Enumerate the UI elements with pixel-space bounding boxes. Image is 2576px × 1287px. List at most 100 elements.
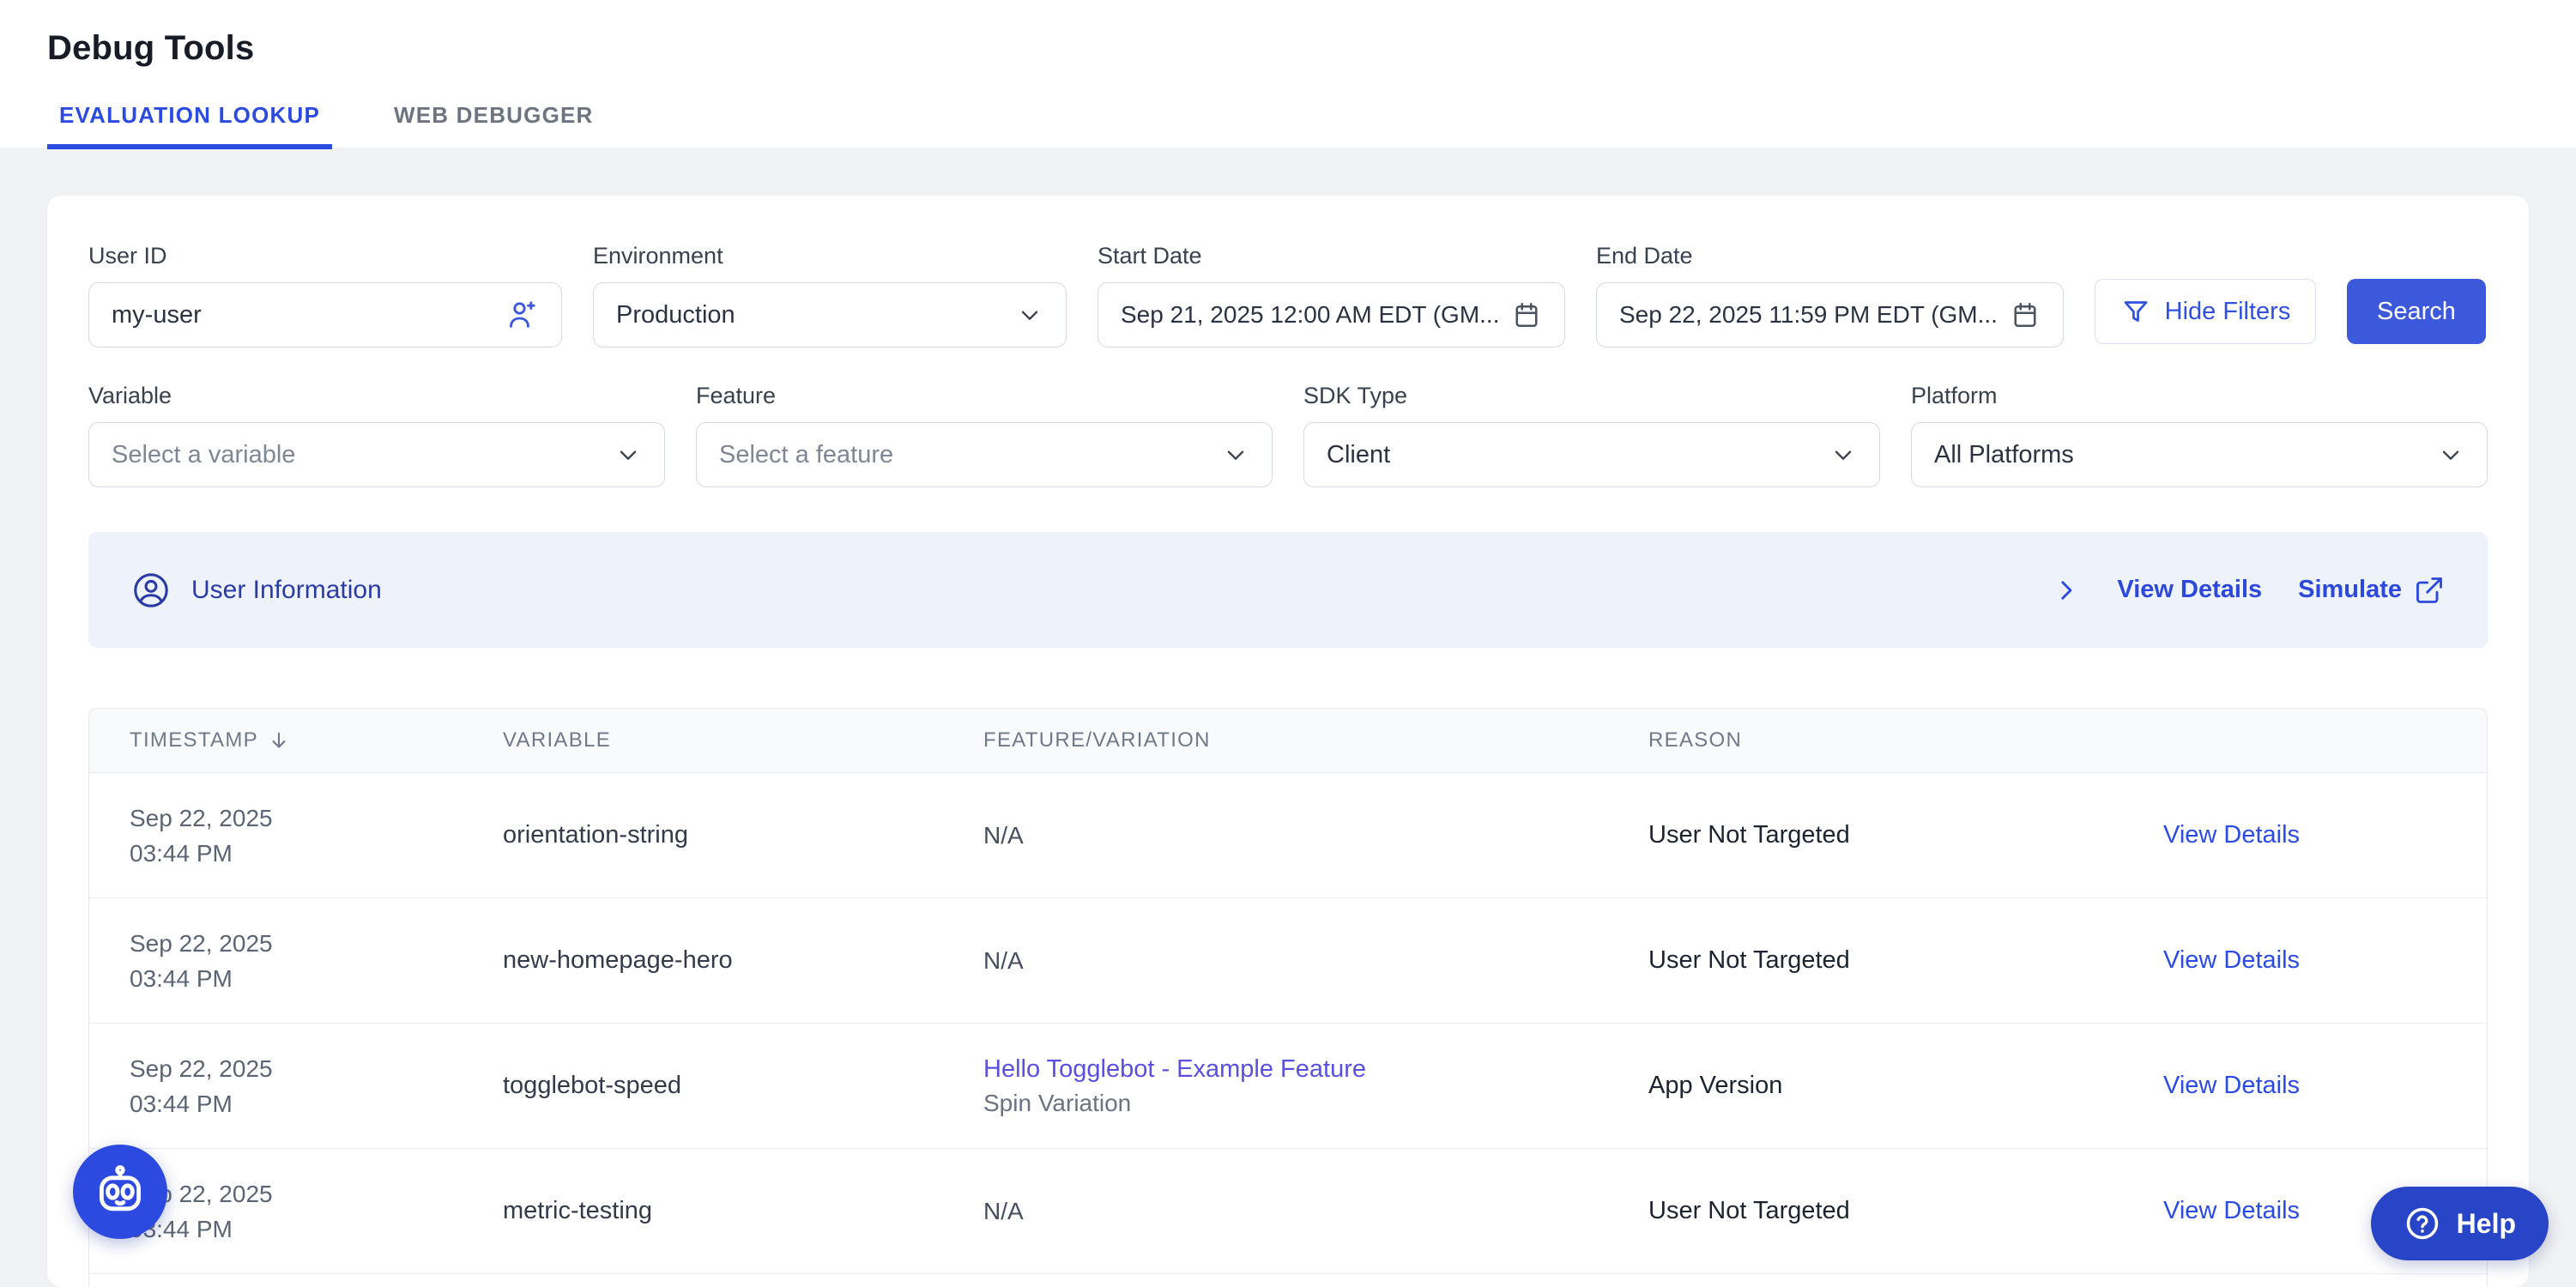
user-information-banner[interactable]: User Information View Details Simulate bbox=[88, 532, 2488, 648]
tab-evaluation-lookup[interactable]: EVALUATION LOOKUP bbox=[47, 102, 332, 149]
feature-variation-cell: Hello Togglebot - Example Feature Spin V… bbox=[983, 1052, 1648, 1121]
search-label: Search bbox=[2377, 298, 2456, 326]
variable-cell: orientation-string bbox=[503, 821, 983, 849]
feature-na-label: N/A bbox=[983, 1194, 1648, 1229]
table-row: Sep 22, 2025 03:44 PM orientation-string… bbox=[89, 773, 2487, 898]
start-date-label: Start Date bbox=[1098, 243, 1565, 269]
togglebot-widget-button[interactable] bbox=[73, 1145, 167, 1239]
timestamp-time: 03:44 PM bbox=[130, 961, 503, 996]
end-date-value: Sep 22, 2025 11:59 PM EDT (GM... bbox=[1619, 301, 1996, 329]
page-title: Debug Tools bbox=[47, 29, 2576, 68]
user-id-field-wrapper bbox=[88, 282, 562, 347]
feature-variation-cell: N/A bbox=[983, 1194, 1648, 1229]
search-button[interactable]: Search bbox=[2347, 279, 2486, 344]
feature-placeholder: Select a feature bbox=[719, 441, 1208, 469]
reason-cell: User Not Targeted bbox=[1648, 946, 2163, 975]
calendar-icon bbox=[1511, 299, 1542, 330]
start-date-value: Sep 21, 2025 12:00 AM EDT (GM... bbox=[1121, 301, 1497, 329]
timestamp-cell: Sep 22, 2025 03:44 PM bbox=[89, 801, 503, 871]
user-information-title: User Information bbox=[191, 576, 382, 605]
timestamp-time: 03:44 PM bbox=[130, 836, 503, 871]
timestamp-time: 03:44 PM bbox=[130, 1086, 503, 1121]
reason-cell: User Not Targeted bbox=[1648, 821, 2163, 849]
platform-value: All Platforms bbox=[1934, 441, 2423, 469]
table-row: Sep 22, 2025 03:44 PM metric-testing N/A… bbox=[89, 1149, 2487, 1274]
user-add-icon[interactable] bbox=[505, 298, 539, 332]
filter-funnel-icon bbox=[2120, 296, 2151, 327]
environment-value: Production bbox=[616, 301, 1002, 329]
row-view-details-link[interactable]: View Details bbox=[2163, 946, 2487, 975]
variable-header-label: VARIABLE bbox=[503, 728, 611, 752]
end-date-label: End Date bbox=[1596, 243, 2064, 269]
help-button[interactable]: Help bbox=[2371, 1187, 2549, 1260]
banner-simulate-label: Simulate bbox=[2298, 576, 2402, 604]
timestamp-date: Sep 22, 2025 bbox=[130, 1051, 503, 1086]
variable-label: Variable bbox=[88, 383, 665, 409]
chevron-down-icon bbox=[1016, 301, 1043, 329]
page-header: Debug Tools EVALUATION LOOKUP WEB DEBUGG… bbox=[0, 0, 2576, 148]
table-row: Sep 22, 2025 03:44 PM togglebot-speed He… bbox=[89, 1024, 2487, 1149]
chevron-down-icon bbox=[614, 441, 642, 468]
start-date-picker[interactable]: Sep 21, 2025 12:00 AM EDT (GM... bbox=[1098, 282, 1565, 347]
user-id-label: User ID bbox=[88, 243, 562, 269]
column-header-feature-variation[interactable]: FEATURE/VARIATION bbox=[983, 728, 1648, 752]
timestamp-cell: Sep 22, 2025 03:44 PM bbox=[89, 926, 503, 996]
feature-link[interactable]: Hello Togglebot - Example Feature bbox=[983, 1052, 1648, 1086]
variable-select[interactable]: Select a variable bbox=[88, 422, 665, 487]
variable-cell: new-homepage-hero bbox=[503, 946, 983, 975]
feature-variation-header-label: FEATURE/VARIATION bbox=[983, 728, 1211, 752]
end-date-picker[interactable]: Sep 22, 2025 11:59 PM EDT (GM... bbox=[1596, 282, 2064, 347]
banner-simulate-link[interactable]: Simulate bbox=[2298, 575, 2445, 606]
timestamp-time: 03:44 PM bbox=[130, 1211, 503, 1247]
row-view-details-link[interactable]: View Details bbox=[2163, 821, 2487, 849]
timestamp-date: Sep 22, 2025 bbox=[130, 801, 503, 836]
evaluation-results-table: TIMESTAMP VARIABLE FEATURE/VARIATION REA… bbox=[88, 708, 2488, 1287]
row-view-details-link[interactable]: View Details bbox=[2163, 1072, 2487, 1100]
reason-cell: User Not Targeted bbox=[1648, 1197, 2163, 1225]
timestamp-cell: Sep 22, 2025 03:44 PM bbox=[89, 1051, 503, 1121]
reason-cell: App Version bbox=[1648, 1072, 2163, 1100]
hide-filters-button[interactable]: Hide Filters bbox=[2095, 279, 2316, 344]
feature-variation-cell: N/A bbox=[983, 819, 1648, 853]
tab-web-debugger[interactable]: WEB DEBUGGER bbox=[382, 102, 606, 149]
feature-na-label: N/A bbox=[983, 944, 1648, 978]
timestamp-date: Sep 22, 2025 bbox=[130, 1176, 503, 1211]
filter-row-1: User ID Environment Production Start Dat… bbox=[88, 243, 2488, 347]
timestamp-header-label: TIMESTAMP bbox=[130, 728, 258, 752]
banner-view-details-link[interactable]: View Details bbox=[2117, 576, 2262, 604]
variable-cell: metric-testing bbox=[503, 1197, 983, 1225]
chevron-down-icon bbox=[1829, 441, 1857, 468]
variation-label: Spin Variation bbox=[983, 1086, 1648, 1121]
environment-select[interactable]: Production bbox=[593, 282, 1067, 347]
calendar-icon bbox=[2010, 299, 2041, 330]
platform-select[interactable]: All Platforms bbox=[1911, 422, 2488, 487]
reason-header-label: REASON bbox=[1648, 728, 1742, 752]
chevron-down-icon bbox=[2437, 441, 2464, 468]
debug-tools-panel: User ID Environment Production Start Dat… bbox=[47, 196, 2529, 1287]
feature-na-label: N/A bbox=[983, 819, 1648, 853]
user-id-input[interactable] bbox=[112, 301, 491, 329]
togglebot-robot-icon bbox=[89, 1161, 151, 1223]
help-label: Help bbox=[2457, 1208, 2516, 1240]
help-question-icon bbox=[2404, 1205, 2441, 1242]
column-header-variable[interactable]: VARIABLE bbox=[503, 728, 983, 752]
platform-label: Platform bbox=[1911, 383, 2488, 409]
chevron-down-icon bbox=[1222, 441, 1249, 468]
filter-row-2: Variable Select a variable Feature Selec… bbox=[88, 383, 2488, 487]
column-header-timestamp[interactable]: TIMESTAMP bbox=[89, 728, 503, 752]
variable-cell: togglebot-speed bbox=[503, 1072, 983, 1100]
sdk-type-label: SDK Type bbox=[1303, 383, 1880, 409]
hide-filters-label: Hide Filters bbox=[2165, 298, 2291, 326]
table-header-row: TIMESTAMP VARIABLE FEATURE/VARIATION REA… bbox=[89, 709, 2487, 773]
feature-select[interactable]: Select a feature bbox=[696, 422, 1273, 487]
timestamp-date: Sep 22, 2025 bbox=[130, 926, 503, 961]
sort-descending-icon bbox=[267, 728, 291, 752]
sdk-type-value: Client bbox=[1327, 441, 1816, 469]
chevron-right-icon[interactable] bbox=[2052, 576, 2081, 605]
user-circle-icon bbox=[131, 571, 171, 610]
sdk-type-select[interactable]: Client bbox=[1303, 422, 1880, 487]
environment-label: Environment bbox=[593, 243, 1067, 269]
feature-variation-cell: N/A bbox=[983, 944, 1648, 978]
table-row: Sep 22, 2025 03:44 PM new-homepage-hero … bbox=[89, 898, 2487, 1024]
column-header-reason[interactable]: REASON bbox=[1648, 728, 2163, 752]
